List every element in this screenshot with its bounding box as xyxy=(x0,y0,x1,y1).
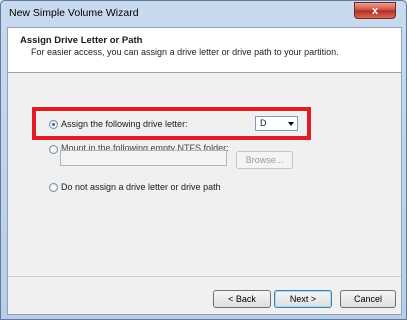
window-title: New Simple Volume Wizard xyxy=(9,7,139,19)
title-bar[interactable]: New Simple Volume Wizard x xyxy=(1,1,406,27)
chevron-down-icon xyxy=(288,122,294,126)
footer-divider xyxy=(8,276,401,277)
folder-path-input[interactable] xyxy=(60,150,227,166)
browse-button-label: Browse... xyxy=(245,155,284,165)
wizard-window: New Simple Volume Wizard x Assign Drive … xyxy=(0,0,407,320)
assign-letter-radio-visible[interactable] xyxy=(49,120,58,129)
page-title: Assign Drive Letter or Path xyxy=(20,35,143,46)
close-icon: x xyxy=(371,5,379,17)
next-button[interactable]: Next > xyxy=(274,290,332,308)
drive-letter-dropdown[interactable]: D xyxy=(255,116,298,131)
mount-folder-radio[interactable] xyxy=(49,145,58,154)
no-letter-radio[interactable] xyxy=(49,183,58,192)
no-letter-label[interactable]: Do not assign a drive letter or drive pa… xyxy=(61,182,221,192)
close-button[interactable]: x xyxy=(354,2,396,19)
drive-letter-value: D xyxy=(260,118,267,128)
assign-letter-text[interactable]: Assign the following drive letter: xyxy=(61,119,188,129)
back-button-label: < Back xyxy=(228,294,256,304)
cancel-button-label: Cancel xyxy=(353,294,382,304)
wizard-header: Assign Drive Letter or Path For easier a… xyxy=(8,28,401,73)
wizard-page: Assign Drive Letter or Path For easier a… xyxy=(7,27,402,315)
next-button-label: Next > xyxy=(289,294,317,304)
page-subtitle: For easier access, you can assign a driv… xyxy=(31,47,339,57)
cancel-button[interactable]: Cancel xyxy=(340,290,396,308)
back-button[interactable]: < Back xyxy=(213,290,271,308)
browse-button[interactable]: Browse... xyxy=(236,151,293,169)
